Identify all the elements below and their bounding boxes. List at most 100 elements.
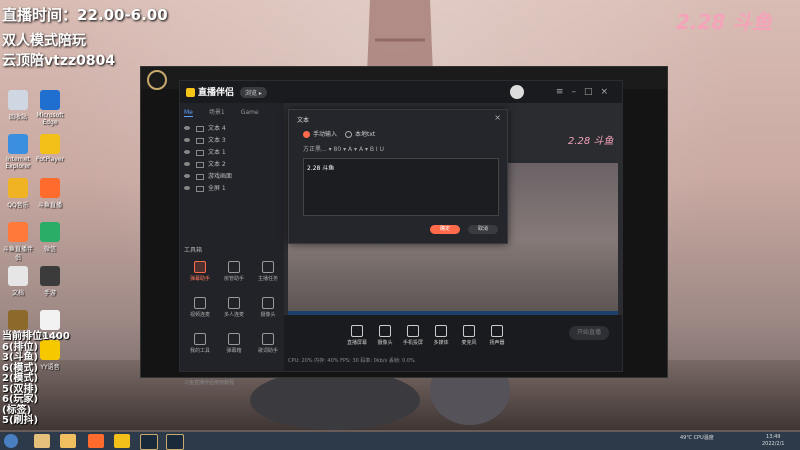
sidebar-tab[interactable]: Me [184, 109, 193, 117]
tool-button[interactable]: 视频连麦 [184, 297, 216, 318]
taskbar-lol-icon[interactable] [140, 434, 158, 450]
eye-icon[interactable] [184, 186, 190, 190]
eye-icon[interactable] [184, 174, 190, 178]
desktop-icon[interactable]: 斗鱼直播伴侣 [2, 222, 34, 262]
eye-icon[interactable] [184, 150, 190, 154]
tool-button[interactable]: 我的工具 [184, 333, 216, 354]
sidebar-tab[interactable]: Game [241, 109, 259, 116]
scene-item[interactable]: 游戏画面 [184, 171, 232, 180]
tool-label: 弹幕箱 [226, 348, 242, 354]
source-icon [196, 149, 204, 156]
control-button[interactable]: 扬声器 [484, 325, 510, 346]
desktop-icon[interactable]: QQ音乐 [2, 178, 34, 209]
desktop-icon[interactable]: PotPlayer [34, 134, 66, 163]
tool-icon [262, 333, 274, 345]
tool-label: 视频连麦 [189, 312, 210, 318]
scene-label: 文本 4 [208, 125, 226, 132]
start-button[interactable] [4, 434, 18, 448]
scene-label: 游戏画面 [208, 173, 233, 180]
start-live-button[interactable]: 开始直播 [569, 326, 609, 340]
browse-button[interactable]: 浏览 ▸ [240, 87, 267, 98]
ok-button[interactable]: 确定 [430, 225, 460, 234]
cpu-temp-tray[interactable]: 49℃ CPU温度 [680, 434, 714, 441]
control-button[interactable]: 摄像头 [372, 325, 398, 346]
tool-label: 多人连麦 [223, 312, 244, 318]
logo-mark-icon [186, 88, 195, 97]
radio-local-file[interactable]: 本地txt [345, 129, 375, 138]
scene-item[interactable]: 全屏 1 [184, 183, 226, 192]
desktop-icon[interactable]: Internet Explorer [2, 134, 34, 170]
desktop-icon[interactable]: 回收站 [2, 90, 34, 121]
tutorial-link[interactable]: 斗鱼直播伴侣使用教程 [184, 379, 234, 386]
scene-item[interactable]: 文本 2 [184, 159, 226, 168]
rank-list: 当前排位1400 6(排位) 3(斗鱼) 6(模式) 2(模式) 5(双排) 6(玩家) (标… [2, 331, 70, 427]
sidebar-tabs: Me 场景1 Game [184, 107, 275, 117]
close-icon[interactable]: × [494, 113, 501, 122]
tool-button[interactable]: 多人连麦 [218, 297, 250, 318]
format-toolbar[interactable]: 方正黑... ▾ 80 ▾ A ▾ A ▾ B I U [303, 144, 384, 153]
desktop-icon-label: Microsoft Edge [36, 112, 64, 126]
control-label: 摄像头 [377, 340, 393, 346]
eye-icon[interactable] [184, 138, 190, 142]
control-icon [407, 325, 419, 337]
source-icon [196, 173, 204, 180]
cancel-button[interactable]: 取消 [468, 225, 498, 234]
menu-icon[interactable]: ≡ [556, 87, 572, 97]
desktop-icon-label: 斗鱼直播伴侣 [2, 246, 33, 262]
tool-button[interactable]: 弹幕助手 [184, 261, 216, 282]
tool-icon [194, 333, 206, 345]
tool-button[interactable]: 主播任务 [252, 261, 284, 282]
desktop-icon[interactable]: 文档 [2, 266, 34, 297]
desktop-app-icon [40, 222, 60, 242]
clock[interactable]: 13:49 2022/2/1 [762, 434, 784, 448]
desktop-icon-label: Internet Explorer [5, 156, 31, 170]
taskbar-folder-icon[interactable] [60, 434, 76, 448]
tool-button[interactable]: 摄像头 [252, 297, 284, 318]
eye-icon[interactable] [184, 126, 190, 130]
control-bar: 直播屏幕 摄像头 手机投屏 多媒体 麦克风 扬声器 开始直播 CPU: 20% 内存: 4… [284, 315, 622, 371]
rank-list-item: 6(玩家) [2, 394, 39, 405]
desktop-app-icon [8, 310, 28, 330]
taskbar-explorer-icon[interactable] [34, 434, 50, 448]
taskbar-lol-client-icon[interactable] [166, 434, 184, 450]
control-label: 手机投屏 [402, 340, 423, 346]
control-button[interactable]: 多媒体 [428, 325, 454, 346]
desktop-icon-label: 斗鱼直播 [37, 202, 62, 209]
taskbar: 49℃ CPU温度 13:49 2022/2/1 [0, 432, 800, 450]
tool-icon [228, 261, 240, 273]
radio-manual-label: 手动输入 [313, 131, 338, 138]
radio-manual-input[interactable]: 手动输入 [303, 129, 337, 138]
tool-label: 歌词助手 [257, 348, 278, 354]
stream-contact-text: 云顶陪vtzz0804 [2, 53, 116, 69]
taskbar-app-icon[interactable] [114, 434, 130, 448]
taskbar-douyu-icon[interactable] [88, 434, 104, 448]
desktop-icon[interactable]: 手游 [34, 266, 66, 297]
desktop-icon[interactable]: 斗鱼直播 [34, 178, 66, 209]
desktop-app-icon [8, 222, 28, 242]
desktop-app-icon [8, 266, 28, 286]
minimize-icon[interactable]: – [571, 87, 584, 97]
text-dialog[interactable]: 文本 × 手动输入 本地txt 方正黑... ▾ 80 ▾ A ▾ A ▾ B … [288, 109, 508, 244]
control-button[interactable]: 麦克风 [456, 325, 482, 346]
tool-label: 我的工具 [189, 348, 210, 354]
control-icon [463, 325, 475, 337]
eye-icon[interactable] [184, 162, 190, 166]
control-label: 麦克风 [461, 340, 477, 346]
text-editor[interactable]: 2.28 斗鱼 [303, 158, 499, 216]
maximize-icon[interactable]: □ [584, 87, 601, 97]
sidebar-tab[interactable]: 场景1 [209, 109, 225, 116]
control-button[interactable]: 手机投屏 [400, 325, 426, 346]
scene-item[interactable]: 文本 3 [184, 135, 226, 144]
scene-label: 文本 1 [208, 149, 226, 156]
avatar[interactable] [510, 85, 524, 99]
desktop-icon[interactable]: 微信 [34, 222, 66, 253]
scene-item[interactable]: 文本 4 [184, 123, 226, 132]
radio-unselected-icon [345, 131, 352, 138]
scene-item[interactable]: 文本 1 [184, 147, 226, 156]
close-icon[interactable]: × [600, 87, 616, 97]
tool-button[interactable]: 歌词助手 [252, 333, 284, 354]
desktop-icon[interactable]: Microsoft Edge [34, 90, 66, 126]
tool-button[interactable]: 弹幕箱 [218, 333, 250, 354]
tool-button[interactable]: 房管助手 [218, 261, 250, 282]
control-button[interactable]: 直播屏幕 [344, 325, 370, 346]
